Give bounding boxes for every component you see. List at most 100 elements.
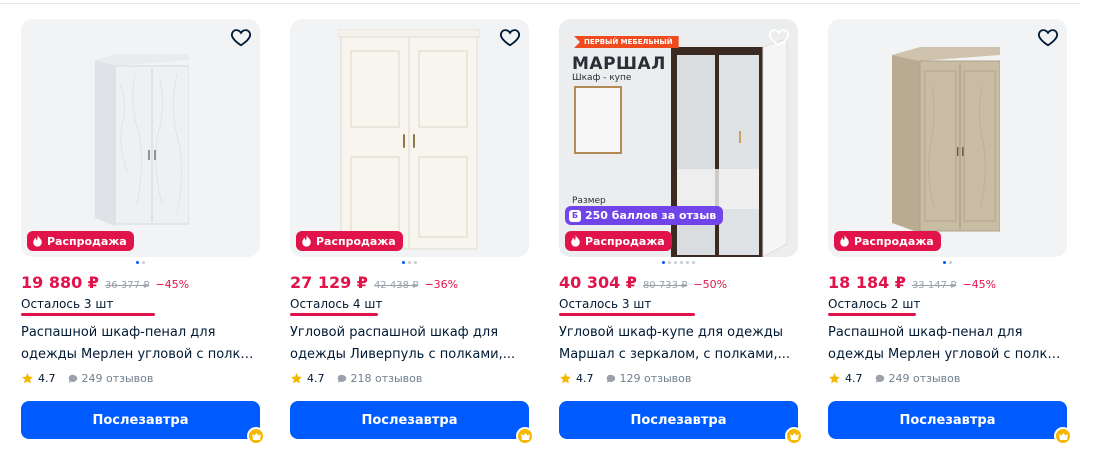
image-pager: [290, 261, 529, 264]
heart-icon[interactable]: [1037, 26, 1059, 48]
product-title[interactable]: Угловой шкаф-купе для одежды Маршал с зе…: [559, 322, 798, 366]
fire-icon: [840, 235, 849, 247]
fire-icon: [33, 235, 42, 247]
product-image[interactable]: Распродажа: [828, 19, 1067, 257]
old-price: 42 438 ₽: [373, 280, 419, 291]
stock-left-text: Осталось 3 шт: [559, 297, 652, 311]
wardrobe-cream-image: [338, 29, 480, 250]
discount-percent: −36%: [424, 278, 459, 291]
current-price: 18 184 ₽: [828, 273, 906, 292]
reviews-count: 249 отзывов: [888, 372, 961, 385]
stock-left-text: Осталось 4 шт: [290, 297, 383, 311]
review-bonus-label: 250 баллов за отзыв: [585, 209, 717, 222]
rating-value: 4.7: [38, 372, 56, 385]
product-title-line-2[interactable]: одежды Ливерпуль с полками,...: [290, 344, 529, 366]
stock-bar: [290, 313, 378, 316]
rating-value: 4.7: [576, 372, 594, 385]
rating-row[interactable]: 4.7 129 отзывов: [559, 372, 691, 385]
product-title-line-1[interactable]: Распашной шкаф-пенал для: [828, 322, 1067, 344]
comment-icon: [875, 374, 884, 383]
discount-percent: −45%: [962, 278, 997, 291]
product-card[interactable]: Распродажа 19 880 ₽ 36 377 ₽ −45% Остало…: [21, 19, 265, 445]
sale-badge: Распродажа: [296, 231, 403, 251]
crown-icon: [1054, 427, 1072, 445]
sale-badge: Распродажа: [27, 231, 134, 251]
comment-icon: [337, 374, 346, 383]
product-title[interactable]: Угловой распашной шкаф для одежды Ливерп…: [290, 322, 529, 366]
product-title[interactable]: Распашной шкаф-пенал для одежды Мерлен у…: [828, 322, 1067, 366]
sale-badge-label: Распродажа: [585, 234, 665, 248]
product-grid: Распродажа 19 880 ₽ 36 377 ₽ −45% Остало…: [21, 19, 1072, 445]
heart-icon[interactable]: [768, 26, 790, 48]
current-price: 19 880 ₽: [21, 273, 99, 292]
product-image[interactable]: ПЕРВЫЙ МЕБЕЛЬНЫЙ МАРШАЛ Шкаф - купе Разм…: [559, 19, 798, 257]
delivery-button[interactable]: Послезавтра: [559, 401, 798, 439]
product-card[interactable]: ПЕРВЫЙ МЕБЕЛЬНЫЙ МАРШАЛ Шкаф - купе Разм…: [559, 19, 803, 445]
crown-icon: [516, 427, 534, 445]
stock-bar: [559, 313, 695, 316]
stock-left-text: Осталось 2 шт: [828, 297, 921, 311]
sale-badge-label: Распродажа: [316, 234, 396, 248]
rating-row[interactable]: 4.7 249 отзывов: [21, 372, 153, 385]
product-card[interactable]: Распродажа 27 129 ₽ 42 438 ₽ −36% Остало…: [290, 19, 534, 445]
discount-percent: −50%: [693, 278, 728, 291]
promo-tag: ПЕРВЫЙ МЕБЕЛЬНЫЙ: [574, 36, 679, 48]
promo-brand: МАРШАЛ: [572, 54, 666, 74]
heart-icon[interactable]: [499, 26, 521, 48]
fire-icon: [302, 235, 311, 247]
price-block: 40 304 ₽ 80 733 ₽ −50%: [559, 273, 727, 292]
star-icon: [560, 373, 571, 384]
price-block: 18 184 ₽ 33 147 ₽ −45%: [828, 273, 996, 292]
image-pager: [559, 261, 798, 264]
current-price: 27 129 ₽: [290, 273, 368, 292]
product-title-line-2[interactable]: Маршал с зеркалом, с полками,...: [559, 344, 798, 366]
rating-row[interactable]: 4.7 218 отзывов: [290, 372, 422, 385]
rating-value: 4.7: [845, 372, 863, 385]
old-price: 36 377 ₽: [104, 280, 150, 291]
product-title[interactable]: Распашной шкаф-пенал для одежды Мерлен у…: [21, 322, 260, 366]
reviews-count: 218 отзывов: [350, 372, 423, 385]
top-divider: [0, 0, 1080, 4]
fire-icon: [571, 235, 580, 247]
product-title-line-2[interactable]: одежды Мерлен угловой с полкам...: [21, 344, 260, 366]
promo-size-label: Размер: [572, 196, 606, 206]
product-card[interactable]: Распродажа 18 184 ₽ 33 147 ₽ −45% Остало…: [828, 19, 1072, 445]
product-image[interactable]: Распродажа: [21, 19, 260, 257]
sale-badge-label: Распродажа: [47, 234, 127, 248]
product-title-line-1[interactable]: Угловой шкаф-купе для одежды: [559, 322, 798, 344]
wardrobe-sonoma-oak-image: [892, 47, 1000, 233]
sale-badge-label: Распродажа: [854, 234, 934, 248]
old-price: 80 733 ₽: [642, 280, 688, 291]
discount-percent: −45%: [155, 278, 190, 291]
price-block: 27 129 ₽ 42 438 ₽ −36%: [290, 273, 458, 292]
old-price: 33 147 ₽: [911, 280, 957, 291]
star-icon: [829, 373, 840, 384]
product-title-line-1[interactable]: Распашной шкаф-пенал для: [21, 322, 260, 344]
review-bonus-badge: Б 250 баллов за отзыв: [565, 206, 724, 225]
product-image[interactable]: Распродажа: [290, 19, 529, 257]
delivery-button[interactable]: Послезавтра: [828, 401, 1067, 439]
wardrobe-white-corner-image: [95, 54, 189, 226]
bonus-points-icon: Б: [569, 209, 581, 222]
star-icon: [22, 373, 33, 384]
stock-bar: [828, 313, 916, 316]
comment-icon: [68, 374, 77, 383]
star-icon: [291, 373, 302, 384]
rating-row[interactable]: 4.7 249 отзывов: [828, 372, 960, 385]
stock-left-text: Осталось 3 шт: [21, 297, 114, 311]
product-title-line-2[interactable]: одежды Мерлен угловой с полкам...: [828, 344, 1067, 366]
delivery-button[interactable]: Послезавтра: [290, 401, 529, 439]
heart-icon[interactable]: [230, 26, 252, 48]
image-pager: [21, 261, 260, 264]
reviews-count: 249 отзывов: [81, 372, 154, 385]
current-price: 40 304 ₽: [559, 273, 637, 292]
sale-badge: Распродажа: [834, 231, 941, 251]
reviews-count: 129 отзывов: [619, 372, 692, 385]
delivery-button[interactable]: Послезавтра: [21, 401, 260, 439]
sale-badge: Распродажа: [565, 231, 672, 251]
product-title-line-1[interactable]: Угловой распашной шкаф для: [290, 322, 529, 344]
rating-value: 4.7: [307, 372, 325, 385]
stock-bar: [21, 313, 155, 316]
promo-subtitle: Шкаф - купе: [572, 73, 632, 83]
image-pager: [828, 261, 1067, 264]
